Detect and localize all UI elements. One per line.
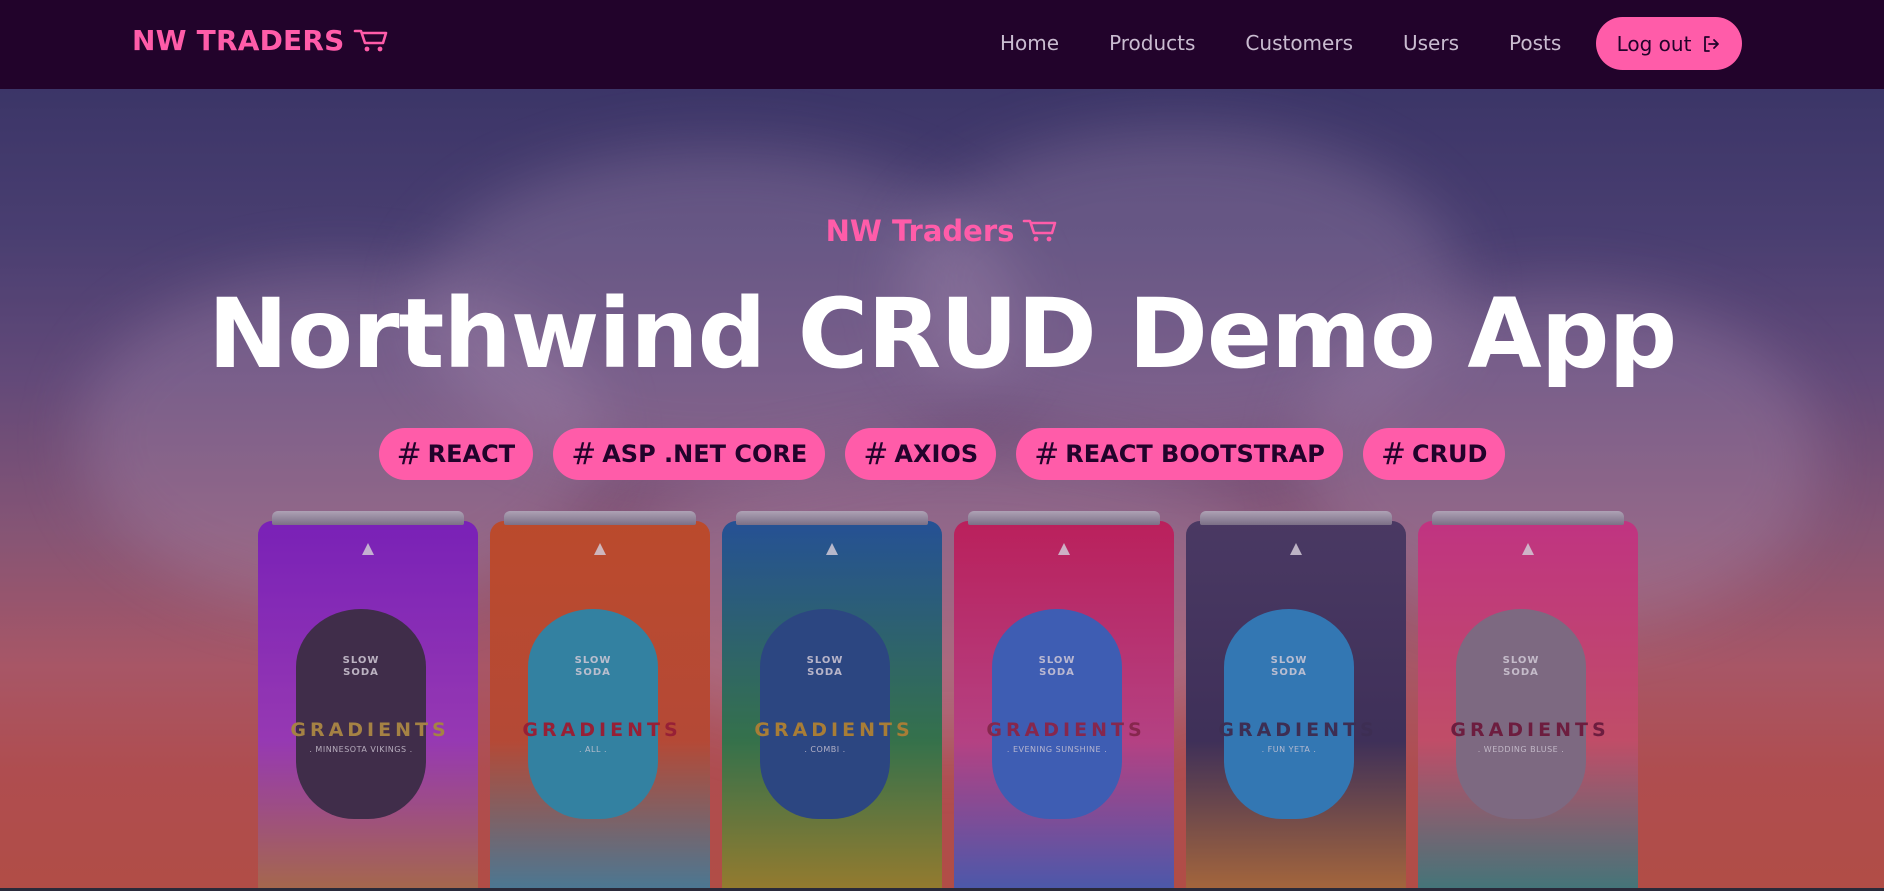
tag-react-bootstrap: # REACT BOOTSTRAP: [1016, 428, 1343, 480]
hero-section: SLOW SODA GRADIENTS . MINNESOTA VIKINGS .…: [0, 89, 1884, 891]
tag-label: REACT: [427, 440, 516, 468]
logout-label: Log out: [1616, 31, 1692, 56]
tag-label: ASP .NET CORE: [602, 440, 808, 468]
hero-brand-text: NW Traders: [825, 214, 1015, 248]
nav-link-posts[interactable]: Posts: [1484, 28, 1586, 58]
hash-icon: #: [863, 436, 889, 472]
tag-aspnet-core: # ASP .NET CORE: [553, 428, 826, 480]
hash-icon: #: [396, 436, 422, 472]
navbar: NW TRADERS Home Products Customers Users…: [0, 0, 1884, 89]
tag-label: AXIOS: [894, 440, 979, 468]
brand-text: NW TRADERS: [132, 24, 345, 57]
hero-title: Northwind CRUD Demo App: [207, 278, 1677, 390]
hash-icon: #: [571, 436, 597, 472]
tag-label: REACT BOOTSTRAP: [1065, 440, 1325, 468]
shopping-cart-icon: [1023, 219, 1057, 242]
tag-axios: # AXIOS: [845, 428, 997, 480]
hero-content: NW Traders Northwind CRUD Demo App # REA…: [0, 89, 1884, 891]
tech-tags: # REACT # ASP .NET CORE # AXIOS # REACT …: [0, 428, 1884, 480]
nav-link-users[interactable]: Users: [1378, 28, 1484, 58]
nav-link-home[interactable]: Home: [975, 28, 1084, 58]
logout-button[interactable]: Log out: [1596, 17, 1742, 70]
navbar-brand[interactable]: NW TRADERS: [132, 24, 389, 57]
tag-react: # REACT: [378, 428, 534, 480]
hash-icon: #: [1380, 436, 1406, 472]
tag-label: CRUD: [1411, 440, 1488, 468]
shopping-cart-icon: [353, 29, 387, 51]
hash-icon: #: [1034, 436, 1060, 472]
tag-crud: # CRUD: [1362, 428, 1506, 480]
hero-brand: NW Traders: [0, 214, 1884, 248]
sign-out-icon: [1704, 35, 1720, 52]
nav-links: Home Products Customers Users Posts: [975, 28, 1586, 58]
nav-link-products[interactable]: Products: [1084, 28, 1220, 58]
nav-link-customers[interactable]: Customers: [1220, 28, 1378, 58]
